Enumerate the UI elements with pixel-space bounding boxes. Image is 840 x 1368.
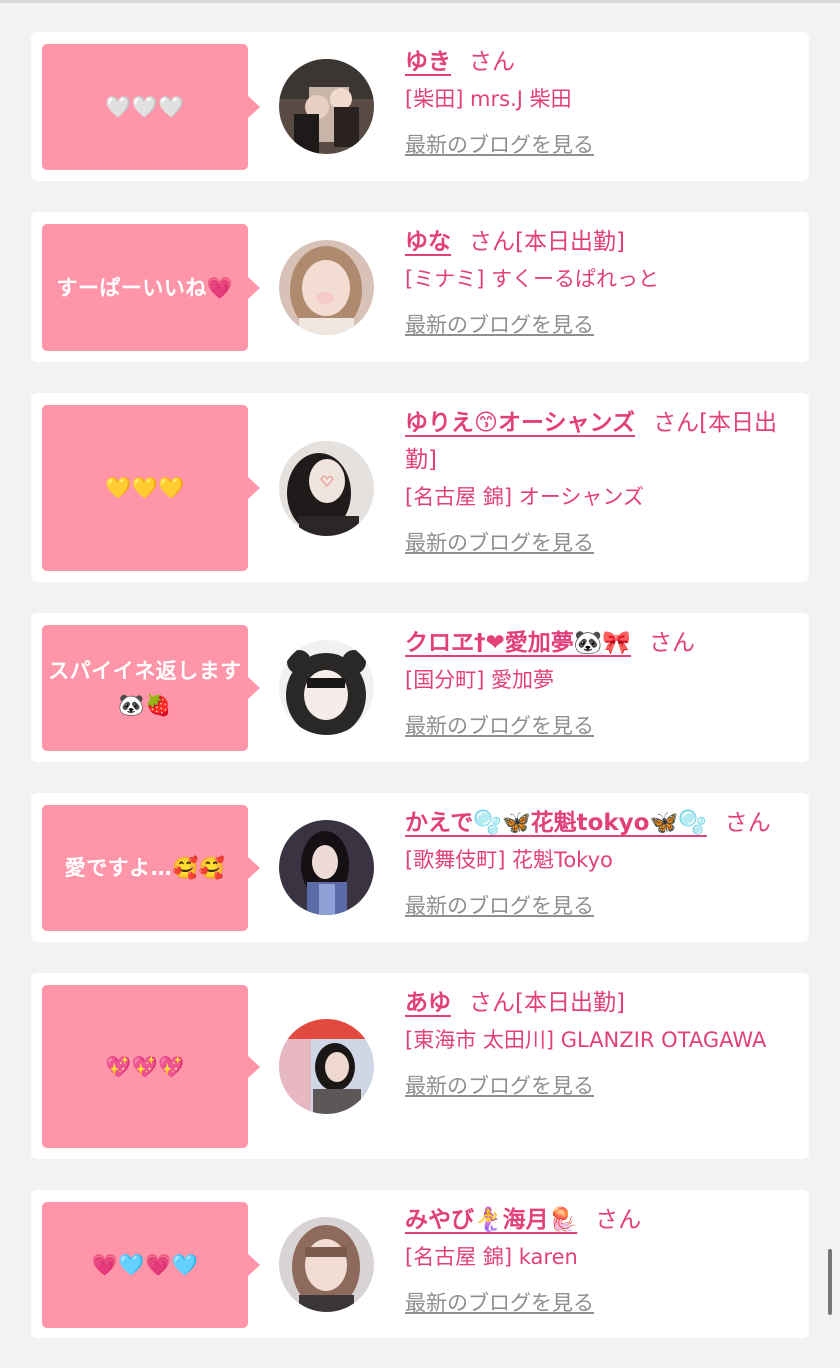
comment-bubble: 愛ですよ…🥰🥰 [42, 805, 260, 931]
blog-like-card: 🤍🤍🤍 ゆき さん [柴田] mrs.J 柴田 最新のブログを見る [31, 32, 809, 181]
honorific: さん [469, 49, 515, 75]
top-divider [0, 0, 840, 3]
shop-label: [国分町] 愛加夢 [405, 668, 555, 692]
avatar[interactable] [279, 640, 374, 735]
latest-blog-link[interactable]: 最新のブログを見る [405, 1288, 594, 1318]
honorific: さん [649, 630, 696, 656]
comment-text: 愛ですよ…🥰🥰 [64, 856, 226, 880]
comment-text: 💛💛💛 [105, 476, 185, 500]
honorific: さん [595, 1207, 642, 1233]
honorific: さん [469, 990, 515, 1016]
comment-bubble: 💛💛💛 [42, 405, 260, 571]
shop-label: [歌舞伎町] 花魁Tokyo [405, 848, 613, 872]
latest-blog-link[interactable]: 最新のブログを見る [405, 130, 594, 160]
comment-text: 🤍🤍🤍 [105, 95, 185, 119]
post-info: かえで🫧🦋花魁tokyo🦋🫧 さん [歌舞伎町] 花魁Tokyo 最新のブログを見… [405, 805, 797, 921]
honorific: さん [653, 410, 700, 436]
blog-like-card: スパイイネ返します🐼🍓 クロヱ†❤︎愛加夢🐼🎀 さん [国分町] 愛加夢 最新のブ… [31, 613, 809, 762]
name-line: みやび🧜‍♀️海月🪼 さん [405, 1202, 797, 1239]
girl-name-link[interactable]: かえで🫧🦋花魁tokyo🦋🫧 [405, 810, 707, 836]
comment-bubble: すーぱーいいね💗 [42, 224, 260, 351]
name-line: ゆき さん [405, 44, 797, 81]
post-info: ゆき さん [柴田] mrs.J 柴田 最新のブログを見る [405, 44, 797, 160]
avatar[interactable] [279, 820, 374, 915]
name-line: かえで🫧🦋花魁tokyo🦋🫧 さん [405, 805, 797, 842]
girl-name-link[interactable]: クロヱ†❤︎愛加夢🐼🎀 [405, 630, 631, 656]
status-label: [本日出勤] [515, 229, 625, 255]
latest-blog-link[interactable]: 最新のブログを見る [405, 528, 594, 558]
post-info: クロヱ†❤︎愛加夢🐼🎀 さん [国分町] 愛加夢 最新のブログを見る [405, 625, 797, 741]
comment-bubble: 💗🩵💗🩵 [42, 1202, 260, 1328]
post-info: ゆな さん[本日出勤] [ミナミ] すくーるぱれっと 最新のブログを見る [405, 224, 797, 340]
girl-name-link[interactable]: ゆな [405, 229, 451, 255]
latest-blog-link[interactable]: 最新のブログを見る [405, 310, 594, 340]
shop-label: [柴田] mrs.J 柴田 [405, 87, 572, 111]
avatar[interactable] [279, 59, 374, 154]
post-info: あゆ さん[本日出勤] [東海市 太田川] GLANZIR OTAGAWA 最新の… [405, 985, 797, 1101]
shop-label: [名古屋 錦] karen [405, 1245, 578, 1269]
girl-name-link[interactable]: ゆりえ😙オーシャンズ [405, 410, 635, 436]
avatar[interactable] [279, 1217, 374, 1312]
honorific: さん [724, 810, 771, 836]
name-line: ゆな さん[本日出勤] [405, 224, 797, 261]
name-line: ゆりえ😙オーシャンズ さん[本日出勤] [405, 405, 797, 479]
latest-blog-link[interactable]: 最新のブログを見る [405, 1071, 594, 1101]
comment-text: 💖💖💖 [105, 1054, 185, 1079]
avatar[interactable] [279, 240, 374, 335]
blog-like-card: 愛ですよ…🥰🥰 かえで🫧🦋花魁tokyo🦋🫧 さん [歌舞伎町] 花魁Tokyo … [31, 793, 809, 942]
name-line: あゆ さん[本日出勤] [405, 985, 797, 1022]
shop-label: [東海市 太田川] GLANZIR OTAGAWA [405, 1028, 767, 1052]
blog-like-card: 💗🩵💗🩵 みやび🧜‍♀️海月🪼 さん [名古屋 錦] karen 最新のブログを見… [31, 1190, 809, 1338]
comment-text: 💗🩵💗🩵 [91, 1253, 199, 1277]
avatar[interactable] [279, 441, 374, 536]
post-info: ゆりえ😙オーシャンズ さん[本日出勤] [名古屋 錦] オーシャンズ 最新のブログ… [405, 405, 797, 558]
comment-text: スパイイネ返します🐼🍓 [48, 659, 242, 717]
girl-name-link[interactable]: みやび🧜‍♀️海月🪼 [405, 1207, 577, 1233]
latest-blog-link[interactable]: 最新のブログを見る [405, 891, 594, 921]
avatar[interactable] [279, 1019, 374, 1114]
comment-text: すーぱーいいね💗 [56, 275, 234, 300]
status-label: [本日出勤] [515, 990, 625, 1016]
comment-bubble: スパイイネ返します🐼🍓 [42, 625, 260, 751]
comment-bubble: 🤍🤍🤍 [42, 44, 260, 170]
shop-label: [ミナミ] すくーるぱれっと [405, 267, 660, 291]
comment-bubble: 💖💖💖 [42, 985, 260, 1148]
honorific: さん [469, 229, 515, 255]
blog-like-card: 💛💛💛 ゆりえ😙オーシャンズ さん[本日出勤] [名古屋 錦] オーシャンズ 最新… [31, 393, 809, 582]
blog-like-card: 💖💖💖 あゆ さん[本日出勤] [東海市 太田川] GLANZIR OTAGAWA… [31, 973, 809, 1159]
post-info: みやび🧜‍♀️海月🪼 さん [名古屋 錦] karen 最新のブログを見る [405, 1202, 797, 1318]
latest-blog-link[interactable]: 最新のブログを見る [405, 711, 594, 741]
girl-name-link[interactable]: ゆき [405, 49, 451, 75]
girl-name-link[interactable]: あゆ [405, 990, 451, 1016]
scrollbar[interactable] [828, 1249, 832, 1315]
shop-label: [名古屋 錦] オーシャンズ [405, 485, 644, 509]
name-line: クロヱ†❤︎愛加夢🐼🎀 さん [405, 625, 797, 662]
blog-like-card: すーぱーいいね💗 ゆな さん[本日出勤] [ミナミ] すくーるぱれっと 最新のブロ… [31, 212, 809, 362]
